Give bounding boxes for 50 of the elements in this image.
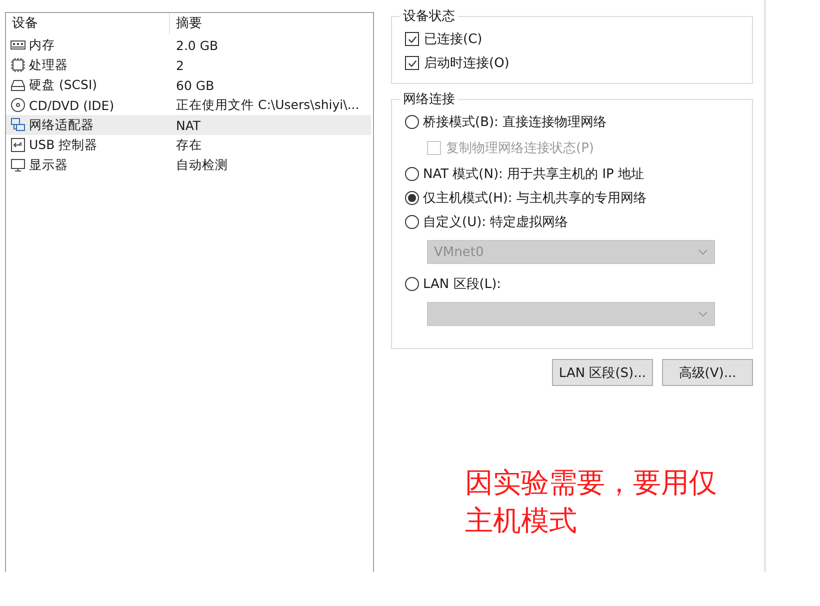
device-name: 处理器 — [29, 56, 68, 74]
checkbox-label: 已连接(C) — [424, 31, 482, 48]
checkbox[interactable] — [405, 32, 419, 46]
radio-label: LAN 区段(L): — [423, 276, 502, 293]
device-name: 内存 — [29, 36, 55, 54]
caret-icon — [698, 311, 708, 317]
device-summary: 正在使用文件 C:\Users\shiyi\... — [176, 96, 360, 114]
checkbox-label: 启动时连接(O) — [424, 55, 510, 72]
usb-icon — [10, 137, 26, 153]
device-name: CD/DVD (IDE) — [29, 98, 114, 112]
radio-button[interactable] — [405, 277, 419, 291]
checkbox-label: 复制物理网络连接状态(P) — [446, 140, 594, 157]
display-icon — [10, 157, 26, 173]
list-row[interactable]: 处理器 2 — [6, 55, 371, 75]
list-row[interactable]: 硬盘 (SCSI) 60 GB — [6, 75, 371, 95]
dialog-button[interactable]: 高级(V)... — [662, 359, 753, 386]
device-name: USB 控制器 — [29, 136, 98, 154]
device-name: 显示器 — [29, 156, 68, 174]
device-name: 网络适配器 — [29, 116, 94, 134]
group-title: 设备状态 — [402, 8, 456, 25]
list-row[interactable]: 显示器 自动检测 — [6, 155, 371, 175]
column-header[interactable]: 设备 — [6, 13, 170, 35]
radio-button[interactable] — [405, 115, 419, 129]
processor-icon — [10, 57, 26, 73]
group-title: 网络连接 — [402, 91, 456, 108]
checkbox[interactable] — [405, 56, 419, 70]
list-row[interactable]: USB 控制器 存在 — [6, 135, 371, 155]
annotation-text: 因实验需要，要用仅主机模式 — [465, 465, 718, 539]
radio-label: 自定义(U): 特定虚拟网络 — [423, 214, 568, 231]
device-summary: NAT — [176, 118, 201, 132]
device-name: 硬盘 (SCSI) — [29, 76, 98, 94]
column-header[interactable]: 摘要 — [170, 13, 373, 35]
radio-button[interactable] — [405, 167, 419, 181]
network-icon — [10, 117, 26, 133]
list-row[interactable]: 内存 2.0 GB — [6, 35, 371, 55]
radio-label: NAT 模式(N): 用于共享主机的 IP 地址 — [423, 166, 644, 183]
list-row[interactable]: CD/DVD (IDE) 正在使用文件 C:\Users\shiyi\... — [6, 95, 371, 115]
caret-icon — [698, 249, 708, 255]
radio-label: 仅主机模式(H): 与主机共享的专用网络 — [423, 190, 646, 207]
radio-button[interactable] — [405, 191, 419, 205]
device-summary: 2.0 GB — [176, 38, 218, 52]
device-summary: 存在 — [176, 136, 202, 154]
radio-label: 桥接模式(B): 直接连接物理网络 — [423, 114, 607, 131]
device-summary: 2 — [176, 58, 184, 72]
cd-icon — [10, 97, 26, 113]
device-summary: 自动检测 — [176, 156, 228, 174]
dialog-button[interactable]: LAN 区段(S)... — [552, 359, 653, 386]
list-row[interactable]: 网络适配器 NAT — [6, 115, 371, 135]
radio-button[interactable] — [405, 215, 419, 229]
device-summary: 60 GB — [176, 78, 214, 92]
